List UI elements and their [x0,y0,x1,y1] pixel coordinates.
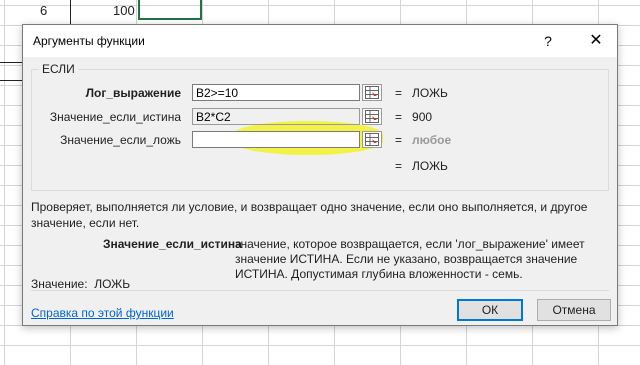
result-value: любое [412,133,452,147]
result-value: 900 [412,110,433,124]
range-ref-icon[interactable] [362,131,382,148]
selected-cell[interactable] [138,0,202,20]
cell-value-b: 100 [113,3,135,18]
arg-result-logical-test: = ЛОЖЬ [395,86,448,100]
function-name: ЕСЛИ [39,62,78,76]
grid-line [0,80,22,81]
ok-button[interactable]: ОК [457,299,523,321]
dialog-titlebar[interactable]: Аргументы функции ? ✕ [23,25,617,57]
logical-test-input[interactable] [192,84,360,101]
result-value: ЛОЖЬ [412,86,448,100]
help-icon[interactable]: ? [535,29,561,53]
grid-line [70,0,71,24]
overall-result-value: ЛОЖЬ [412,159,448,173]
range-ref-icon[interactable] [362,108,382,125]
equals-sign: = [395,86,403,100]
arg-label-logical-test: Лог_выражение [85,86,181,100]
arg-result-value-if-false: = любое [395,133,451,147]
equals-sign: = [395,133,403,147]
arg-result-value-if-true: = 900 [395,110,432,124]
value-label: Значение: [31,277,88,291]
param-description: значение, которое возвращается, если 'ло… [235,237,585,281]
value-if-true-input[interactable] [192,108,360,125]
range-ref-icon[interactable] [362,84,382,101]
arg-label-value-if-false: Значение_если_ложь [60,133,181,147]
function-arguments-dialog: Аргументы функции ? ✕ ЕСЛИ Лог_выражение… [22,24,618,326]
value-if-false-input[interactable] [192,131,360,148]
cell-value-a: 6 [40,3,48,18]
overall-result: = ЛОЖЬ [395,159,448,173]
equals-sign: = [395,110,403,124]
function-description: Проверяет, выполняется ли условие, и воз… [31,200,588,230]
value-result: ЛОЖЬ [94,277,131,291]
equals-sign: = [395,159,403,173]
cancel-button[interactable]: Отмена [537,299,611,321]
help-link[interactable]: Справка по этой функции [31,306,174,320]
grid-line [0,62,22,63]
param-name: Значение_если_истина [103,237,242,251]
dialog-title: Аргументы функции [33,34,145,48]
arg-label-value-if-true: Значение_если_истина [49,110,181,124]
close-icon[interactable]: ✕ [583,29,609,53]
formula-value: Значение: ЛОЖЬ [31,277,130,291]
